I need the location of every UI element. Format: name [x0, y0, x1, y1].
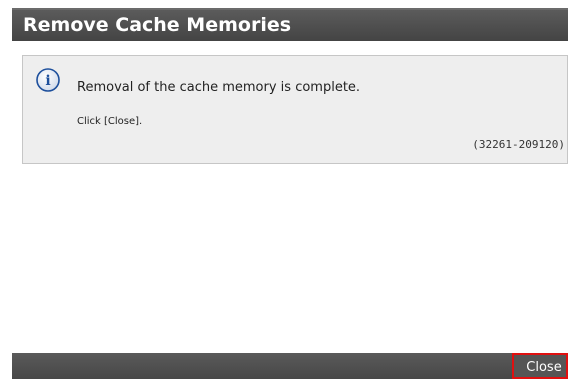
message-panel: i Removal of the cache memory is complet…	[22, 55, 568, 164]
close-button[interactable]: Close	[512, 353, 568, 379]
dialog-title: Remove Cache Memories	[23, 14, 292, 36]
message-instruction: Click [Close].	[77, 116, 143, 127]
dialog-footer: Close	[12, 353, 568, 379]
info-icon: i	[36, 68, 60, 92]
remove-cache-dialog: Remove Cache Memories i Removal of the c…	[12, 8, 568, 379]
svg-text:i: i	[45, 73, 50, 89]
message-code: (32261-209120)	[472, 138, 565, 151]
dialog-title-bar: Remove Cache Memories	[12, 8, 568, 41]
message-text: Removal of the cache memory is complete.	[77, 80, 361, 95]
